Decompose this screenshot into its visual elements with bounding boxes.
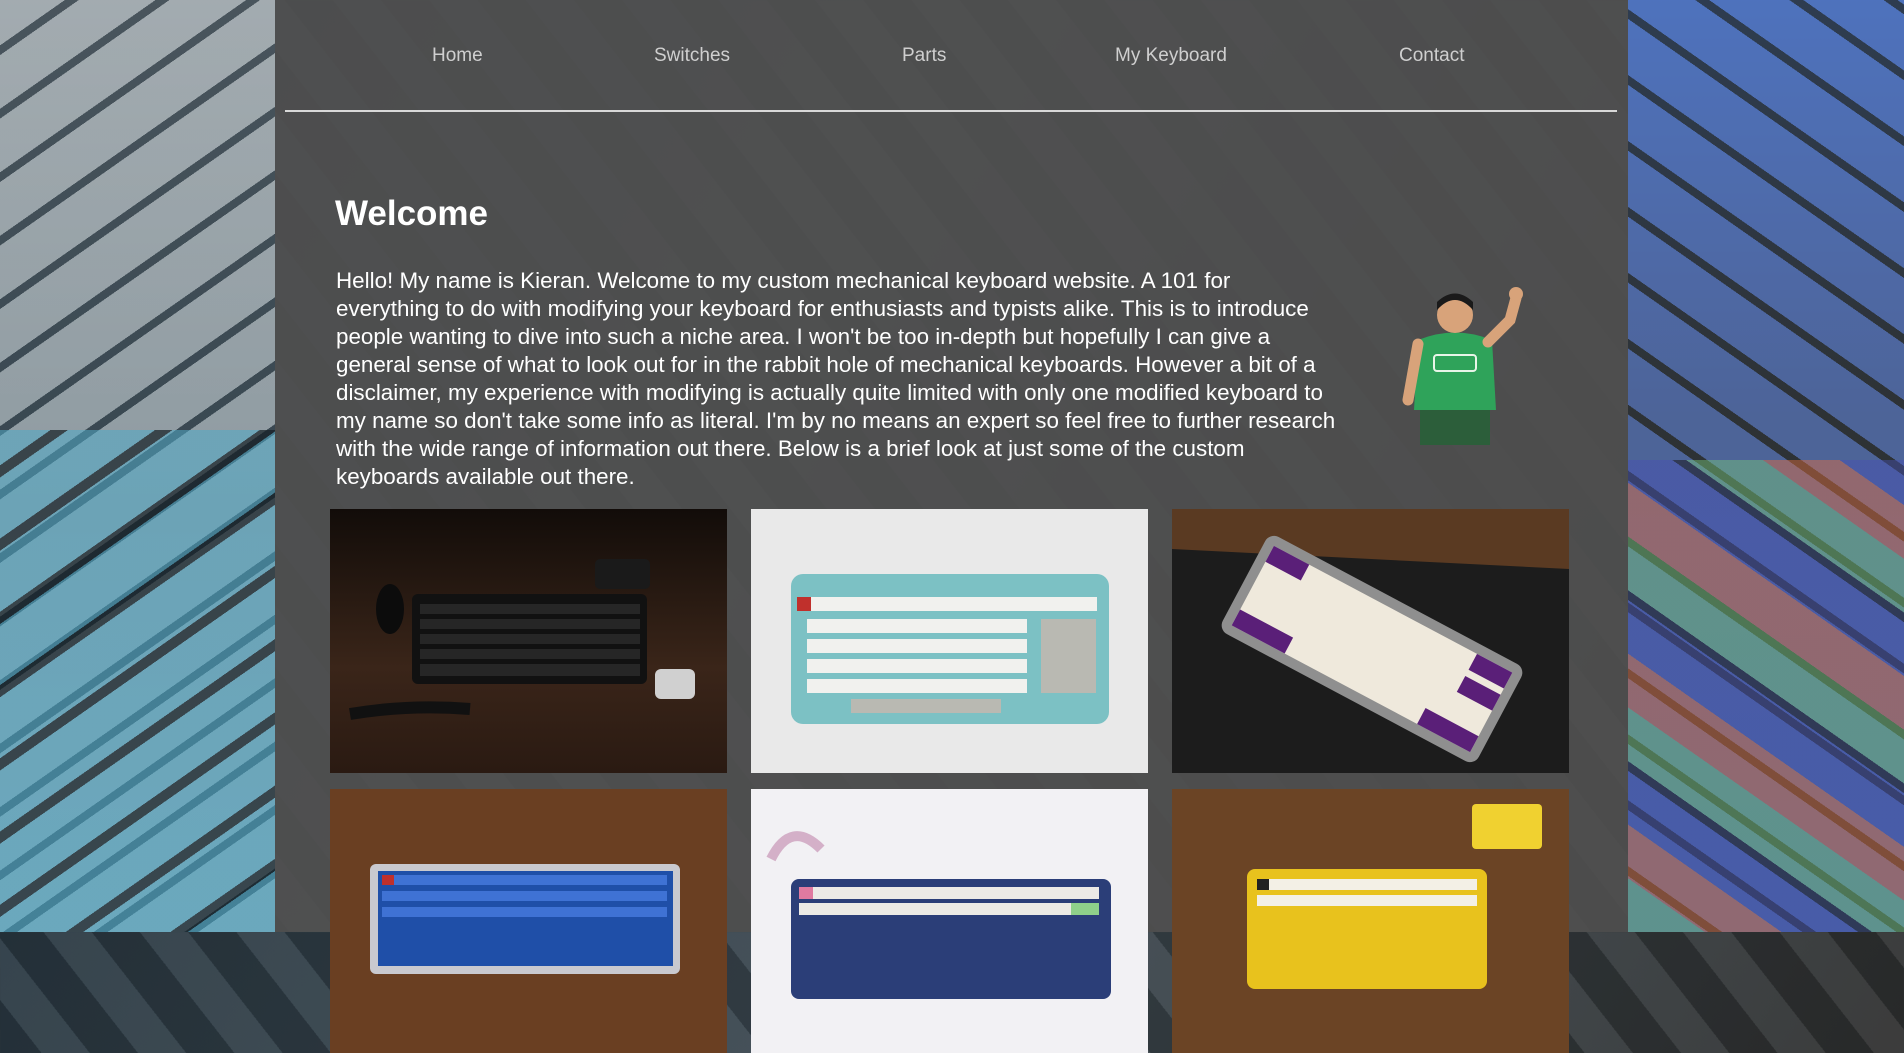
nav-contact[interactable]: Contact <box>1399 45 1464 67</box>
nav-parts[interactable]: Parts <box>902 45 946 67</box>
gallery-image-3[interactable] <box>1172 509 1569 773</box>
gallery-image-5[interactable] <box>751 789 1148 1053</box>
page-title: Welcome <box>335 194 489 233</box>
gallery-image-4[interactable] <box>330 789 727 1053</box>
gallery-image-1[interactable] <box>330 509 727 773</box>
nav-my-keyboard[interactable]: My Keyboard <box>1115 45 1227 67</box>
background-keyboard-left <box>0 0 275 932</box>
background-keyboard-right <box>1628 0 1904 932</box>
gallery-image-6[interactable] <box>1172 789 1569 1053</box>
gallery-image-2[interactable] <box>751 509 1148 773</box>
nav-switches[interactable]: Switches <box>654 45 730 67</box>
top-nav: Home Switches Parts My Keyboard Contact <box>275 0 1628 110</box>
content-panel: Home Switches Parts My Keyboard Contact … <box>275 0 1628 1053</box>
intro-paragraph: Hello! My name is Kieran. Welcome to my … <box>336 268 1336 489</box>
nav-divider <box>285 110 1617 112</box>
author-photo <box>1400 280 1525 445</box>
nav-home[interactable]: Home <box>432 45 483 67</box>
